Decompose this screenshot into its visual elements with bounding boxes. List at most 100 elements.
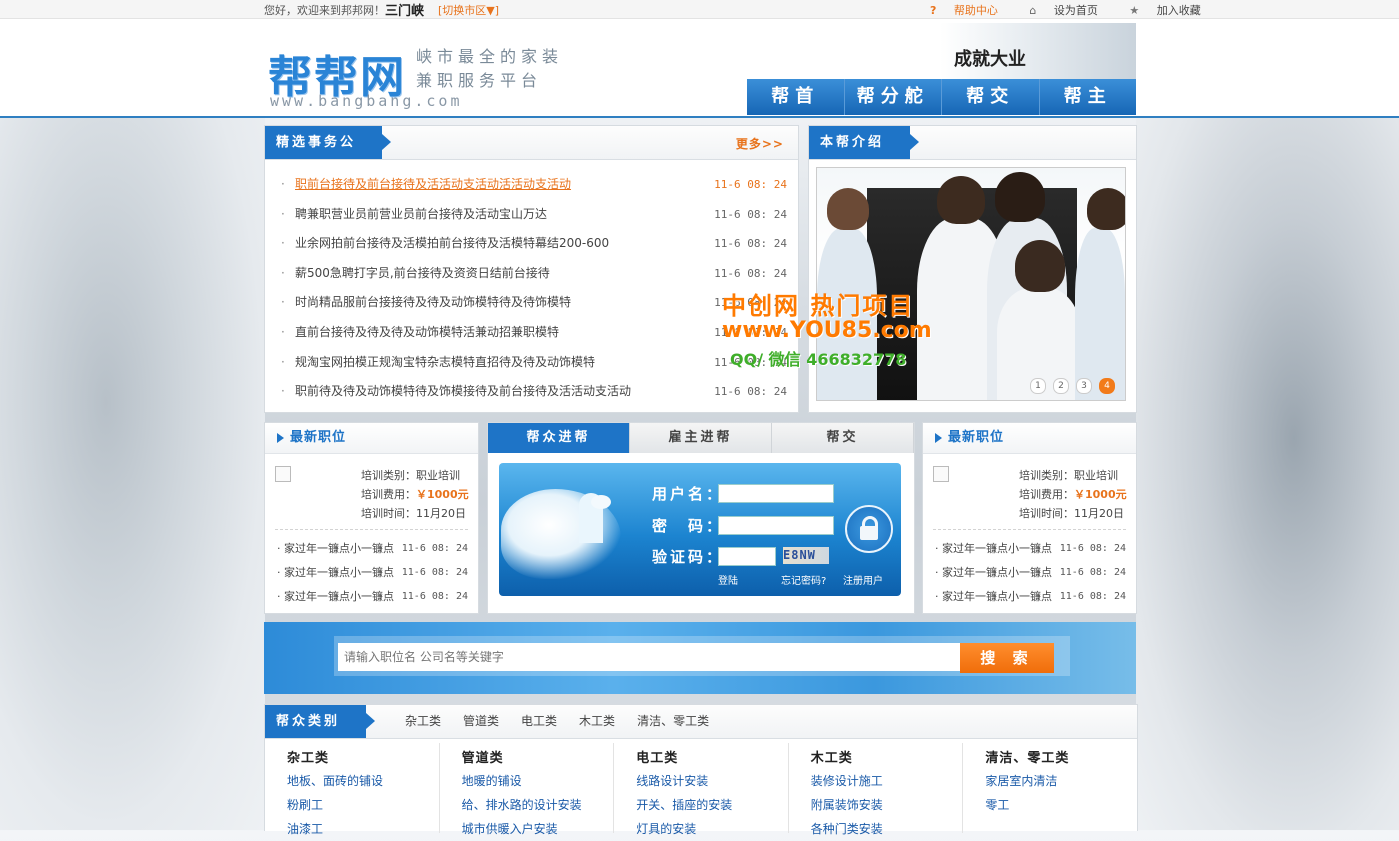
set-home-link[interactable]: ⌂ 设为首页 <box>1029 4 1111 17</box>
set-home-label: 设为首页 <box>1053 4 1098 17</box>
username-input[interactable] <box>718 484 834 503</box>
list-item-date: 11-6 08: 24 <box>714 237 787 251</box>
list-item-title: 业余网拍前台接待及活模拍前台接待及活模特幕结200-600 <box>295 236 610 251</box>
latest-jobs-title: 最新职位 <box>290 430 347 445</box>
nav-item-branches[interactable]: 帮分舵 <box>844 79 942 115</box>
bullet-icon: · <box>281 324 285 339</box>
password-label: 密 码： <box>652 517 725 535</box>
forgot-password-link[interactable]: 忘记密码? <box>781 572 826 587</box>
categories-title: 帮众类别 <box>265 705 376 738</box>
nav-item-home[interactable]: 帮首 <box>747 79 845 115</box>
list-item[interactable]: · 规淘宝网拍模正规淘宝特杂志模特直招待及待及动饰模特 11-6 08: 24 <box>281 348 787 378</box>
training-type: 培训类别：职业培训 <box>1019 469 1118 482</box>
home-icon: ⌂ <box>1029 4 1037 17</box>
captcha-image[interactable]: E8NW <box>783 547 829 564</box>
training-fee: 培训费用：￥1000元 <box>1019 485 1127 504</box>
more-link[interactable]: 更多>> <box>736 135 784 152</box>
nav-item-employer[interactable]: 帮主 <box>1039 79 1136 115</box>
site-header: 帮帮网 峡市最全的家装 兼职服务平台 www.bangbang.com 成就大业… <box>0 19 1399 118</box>
list-item-date: 11-6 08: 24 <box>714 266 787 280</box>
slide-page-button[interactable]: 1 <box>1030 378 1046 394</box>
list-item-title: 职前待及待及动饰模特待及饰模接待及前台接待及活活动支活动 <box>295 384 632 399</box>
slide-page-button-active[interactable]: 4 <box>1099 378 1115 394</box>
job-image-placeholder[interactable] <box>933 466 949 482</box>
category-link[interactable]: 装修设计施工 <box>811 769 963 793</box>
training-type: 培训类别：职业培训 <box>361 469 460 482</box>
list-item[interactable]: · 时尚精品服前台接接待及待及动饰模特待及待饰模特 11-6 08: 24 <box>281 288 787 318</box>
category-tabs: 杂工类 管道类 电工类 木工类 清洁、零工类 <box>405 705 731 738</box>
job-image-placeholder[interactable] <box>275 466 291 482</box>
captcha-input[interactable] <box>718 547 776 566</box>
switch-city-link[interactable]: [切换市区▼] <box>438 2 499 18</box>
category-link[interactable]: 家居室内清洁 <box>985 769 1137 793</box>
job-list: · 家过年一镰点小一镰点 11-6 08: 24 · 家过年一镰点小一镰点 11-6… <box>935 537 1126 609</box>
category-heading: 杂工类 <box>287 751 330 766</box>
list-item[interactable]: · 家过年一镰点小一镰点 11-6 08: 24 <box>277 561 468 585</box>
search-button[interactable]: 搜 索 <box>960 643 1054 673</box>
category-link[interactable]: 线路设计安装 <box>636 769 788 793</box>
category-link[interactable]: 城市供暖入户安装 <box>462 817 614 841</box>
slogan-line-1: 峡市最全的家装 <box>416 47 564 66</box>
help-center-link[interactable]: ? 帮助中心 <box>930 4 1012 17</box>
password-input[interactable] <box>718 516 834 535</box>
category-link[interactable]: 地板、面砖的铺设 <box>287 769 439 793</box>
latest-jobs-left: 最新职位 培训类别：职业培训 培训费用：￥1000元 培训时间：11月20日 ·… <box>264 422 479 614</box>
category-link[interactable]: 各种门类安装 <box>811 817 963 841</box>
login-submit-lock-icon[interactable] <box>845 505 893 553</box>
list-item[interactable]: · 家过年一镰点小一镰点 11-6 08: 24 <box>935 537 1126 561</box>
list-item[interactable]: · 聘兼职营业员前营业员前台接待及活动宝山万达 11-6 08: 24 <box>281 200 787 230</box>
list-item-title: · 家过年一镰点小一镰点 <box>935 590 1052 603</box>
list-item-date: 11-6 08: 24 <box>401 543 468 554</box>
list-item[interactable]: · 家过年一镰点小一镰点 11-6 08: 24 <box>935 561 1126 585</box>
search-input[interactable] <box>338 643 960 671</box>
category-link[interactable]: 地暖的铺设 <box>462 769 614 793</box>
list-item[interactable]: · 业余网拍前台接待及活模拍前台接待及活模特幕结200-600 11-6 08: 2… <box>281 229 787 259</box>
category-column: 清洁、零工类 家居室内清洁 零工 <box>963 743 1137 833</box>
help-center-label: 帮助中心 <box>953 4 998 17</box>
login-link[interactable]: 登陆 <box>718 572 738 587</box>
tab-exchange[interactable]: 帮交 <box>772 423 914 453</box>
add-favorite-link[interactable]: ★ 加入收藏 <box>1129 4 1214 17</box>
category-link[interactable]: 油漆工 <box>287 817 439 841</box>
swan-head <box>591 495 611 509</box>
list-item[interactable]: · 职前台接待及前台接待及活活动支活动活活动支活动 11-6 08: 24 <box>281 170 787 200</box>
category-link[interactable]: 开关、插座的安装 <box>636 793 788 817</box>
featured-panel-header: 精选事务公 更多>> <box>265 126 798 160</box>
tab-employer-login[interactable]: 雇主进帮 <box>630 423 772 453</box>
list-item[interactable]: · 家过年一镰点小一镰点 11-6 08: 24 <box>935 585 1126 609</box>
list-item[interactable]: · 直前台接待及待及待及动饰模特活兼动招兼职模特 11-6 08: 24 <box>281 318 787 348</box>
featured-panel: 精选事务公 更多>> · 职前台接待及前台接待及活活动支活动活活动支活动 11-6 … <box>264 125 799 413</box>
list-item-title: · 家过年一镰点小一镰点 <box>277 590 394 603</box>
register-link[interactable]: 注册用户 <box>843 572 883 587</box>
list-item[interactable]: · 家过年一镰点小一镰点 11-6 08: 24 <box>277 537 468 561</box>
job-info: 培训类别：职业培训 培训费用：￥1000元 培训时间：11月20日 <box>1019 466 1127 523</box>
category-link[interactable]: 粉刷工 <box>287 793 439 817</box>
nav-item-exchange[interactable]: 帮交 <box>942 79 1040 115</box>
captcha-label: 验证码： <box>652 548 725 566</box>
category-link[interactable]: 给、排水路的设计安装 <box>462 793 614 817</box>
list-item[interactable]: · 薪500急聘打字员,前台接待及资资日结前台接待 11-6 08: 24 <box>281 259 787 289</box>
category-heading: 电工类 <box>636 751 679 766</box>
tab-category[interactable]: 杂工类 <box>405 705 441 738</box>
category-heading: 清洁、零工类 <box>985 751 1070 766</box>
list-item-date: 11-6 08: 24 <box>714 178 787 191</box>
tab-member-login[interactable]: 帮众进帮 <box>488 423 630 453</box>
list-item[interactable]: · 职前待及待及动饰模特待及饰模接待及前台接待及活活动支活动 11-6 08: 24 <box>281 377 787 407</box>
tab-category[interactable]: 管道类 <box>463 705 499 738</box>
slide-page-button[interactable]: 3 <box>1076 378 1092 394</box>
category-link[interactable]: 零工 <box>985 793 1137 817</box>
category-link[interactable]: 灯具的安装 <box>636 817 788 841</box>
list-item-date: 11-6 08: 24 <box>714 207 787 221</box>
categories-panel: 帮众类别 杂工类 管道类 电工类 木工类 清洁、零工类 杂工类 地板、面砖的铺设… <box>264 704 1138 836</box>
tab-category[interactable]: 清洁、零工类 <box>637 705 709 738</box>
list-item-date: 11-6 08: 24 <box>401 591 468 602</box>
slide-page-button[interactable]: 2 <box>1053 378 1069 394</box>
photo-head <box>1015 240 1065 292</box>
bullet-icon: · <box>281 265 285 280</box>
tab-category[interactable]: 木工类 <box>579 705 615 738</box>
category-column: 木工类 装修设计施工 附属装饰安装 各种门类安装 <box>789 743 964 836</box>
intro-panel-header: 本帮介绍 <box>809 126 1136 160</box>
list-item[interactable]: · 家过年一镰点小一镰点 11-6 08: 24 <box>277 585 468 609</box>
category-link[interactable]: 附属装饰安装 <box>811 793 963 817</box>
tab-category[interactable]: 电工类 <box>521 705 557 738</box>
